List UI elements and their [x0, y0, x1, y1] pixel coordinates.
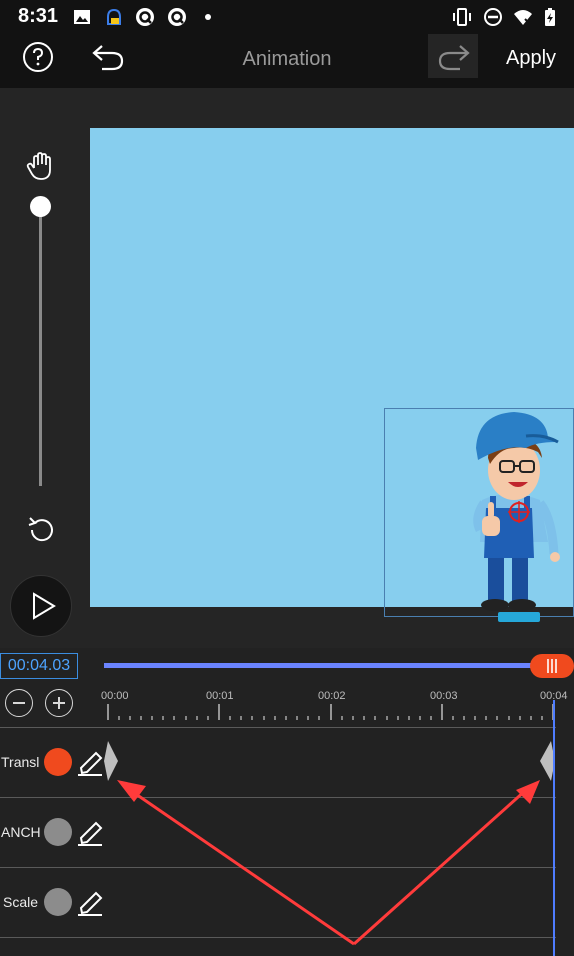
track-label-translate: Transl: [1, 754, 40, 770]
track-toggle-translate[interactable]: [44, 748, 72, 776]
grip-icon: [547, 659, 557, 673]
screen-title: Animation: [242, 48, 332, 70]
worker-character[interactable]: [466, 408, 566, 612]
tick-label: 00:02: [318, 690, 346, 702]
wifi-icon: [514, 10, 532, 26]
track-toggle-anchor[interactable]: [44, 818, 72, 846]
hand-icon[interactable]: [26, 150, 56, 182]
track-divider: [0, 797, 556, 798]
zoom-slider-track[interactable]: [39, 207, 42, 486]
track-divider: [0, 867, 556, 868]
pencil-icon[interactable]: [76, 746, 104, 776]
tick-label: 00:03: [430, 690, 458, 702]
q-app-icon: [136, 8, 154, 26]
track-divider: [0, 727, 556, 728]
dnd-icon: [484, 8, 502, 26]
keyframe-end[interactable]: [538, 741, 558, 781]
track-label-anchor: ANCH: [1, 824, 41, 840]
selection-resize-handle[interactable]: [498, 612, 540, 622]
track-toggle-scale[interactable]: [44, 888, 72, 916]
timeline-playhead[interactable]: [553, 700, 555, 956]
reset-rotate-icon[interactable]: [27, 514, 57, 544]
q-app-icon: [168, 8, 186, 26]
minus-icon: [13, 702, 25, 704]
redo-icon[interactable]: [436, 40, 472, 72]
timecode-display[interactable]: 00:04.03: [0, 653, 78, 679]
track-label-scale: Scale: [3, 894, 39, 910]
vibrate-icon: [453, 8, 471, 26]
pencil-icon[interactable]: [76, 886, 104, 916]
status-time: 8:31: [18, 5, 59, 27]
keyframe-start[interactable]: [101, 741, 121, 781]
plus-icon: [53, 697, 65, 709]
dot-icon: [205, 14, 211, 20]
play-icon[interactable]: [31, 592, 57, 620]
zoom-slider-thumb[interactable]: [30, 196, 51, 217]
apply-button[interactable]: Apply: [506, 47, 556, 70]
timeline-ruler[interactable]: [100, 702, 560, 722]
track-divider: [0, 937, 556, 938]
pencil-icon[interactable]: [76, 816, 104, 846]
playback-progress-thumb[interactable]: [530, 654, 574, 678]
battery-charging-icon: [545, 8, 555, 26]
tick-label: 00:01: [206, 690, 234, 702]
tick-label: 00:00: [101, 690, 129, 702]
playback-progress-bar[interactable]: [104, 663, 544, 668]
android-box-icon: [107, 8, 121, 25]
image-icon: [74, 10, 90, 24]
